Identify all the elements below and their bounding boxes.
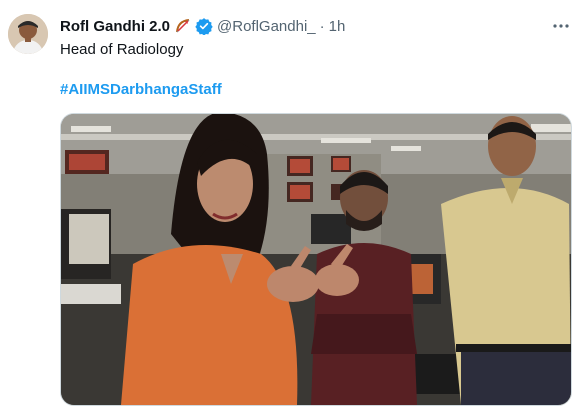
timestamp[interactable]: 1h — [329, 18, 346, 35]
verified-badge-icon — [195, 17, 213, 35]
bow-and-arrow-icon — [174, 17, 192, 35]
video-frame-image — [61, 114, 571, 405]
hashtag-link[interactable]: #AIIMSDarbhangaStaff — [60, 80, 222, 100]
user-handle[interactable]: @RoflGandhi_ — [217, 18, 316, 35]
separator-dot: · — [319, 17, 325, 35]
more-options-icon[interactable] — [551, 16, 571, 36]
display-name[interactable]: Rofl Gandhi 2.0 — [60, 18, 170, 35]
tweet-header: Rofl Gandhi 2.0 @RoflGandhi_ · 1h — [60, 17, 345, 35]
tweet-media[interactable] — [60, 113, 572, 406]
avatar-image — [8, 14, 48, 54]
avatar[interactable] — [8, 14, 48, 54]
tweet-text: Head of Radiology — [60, 41, 184, 58]
